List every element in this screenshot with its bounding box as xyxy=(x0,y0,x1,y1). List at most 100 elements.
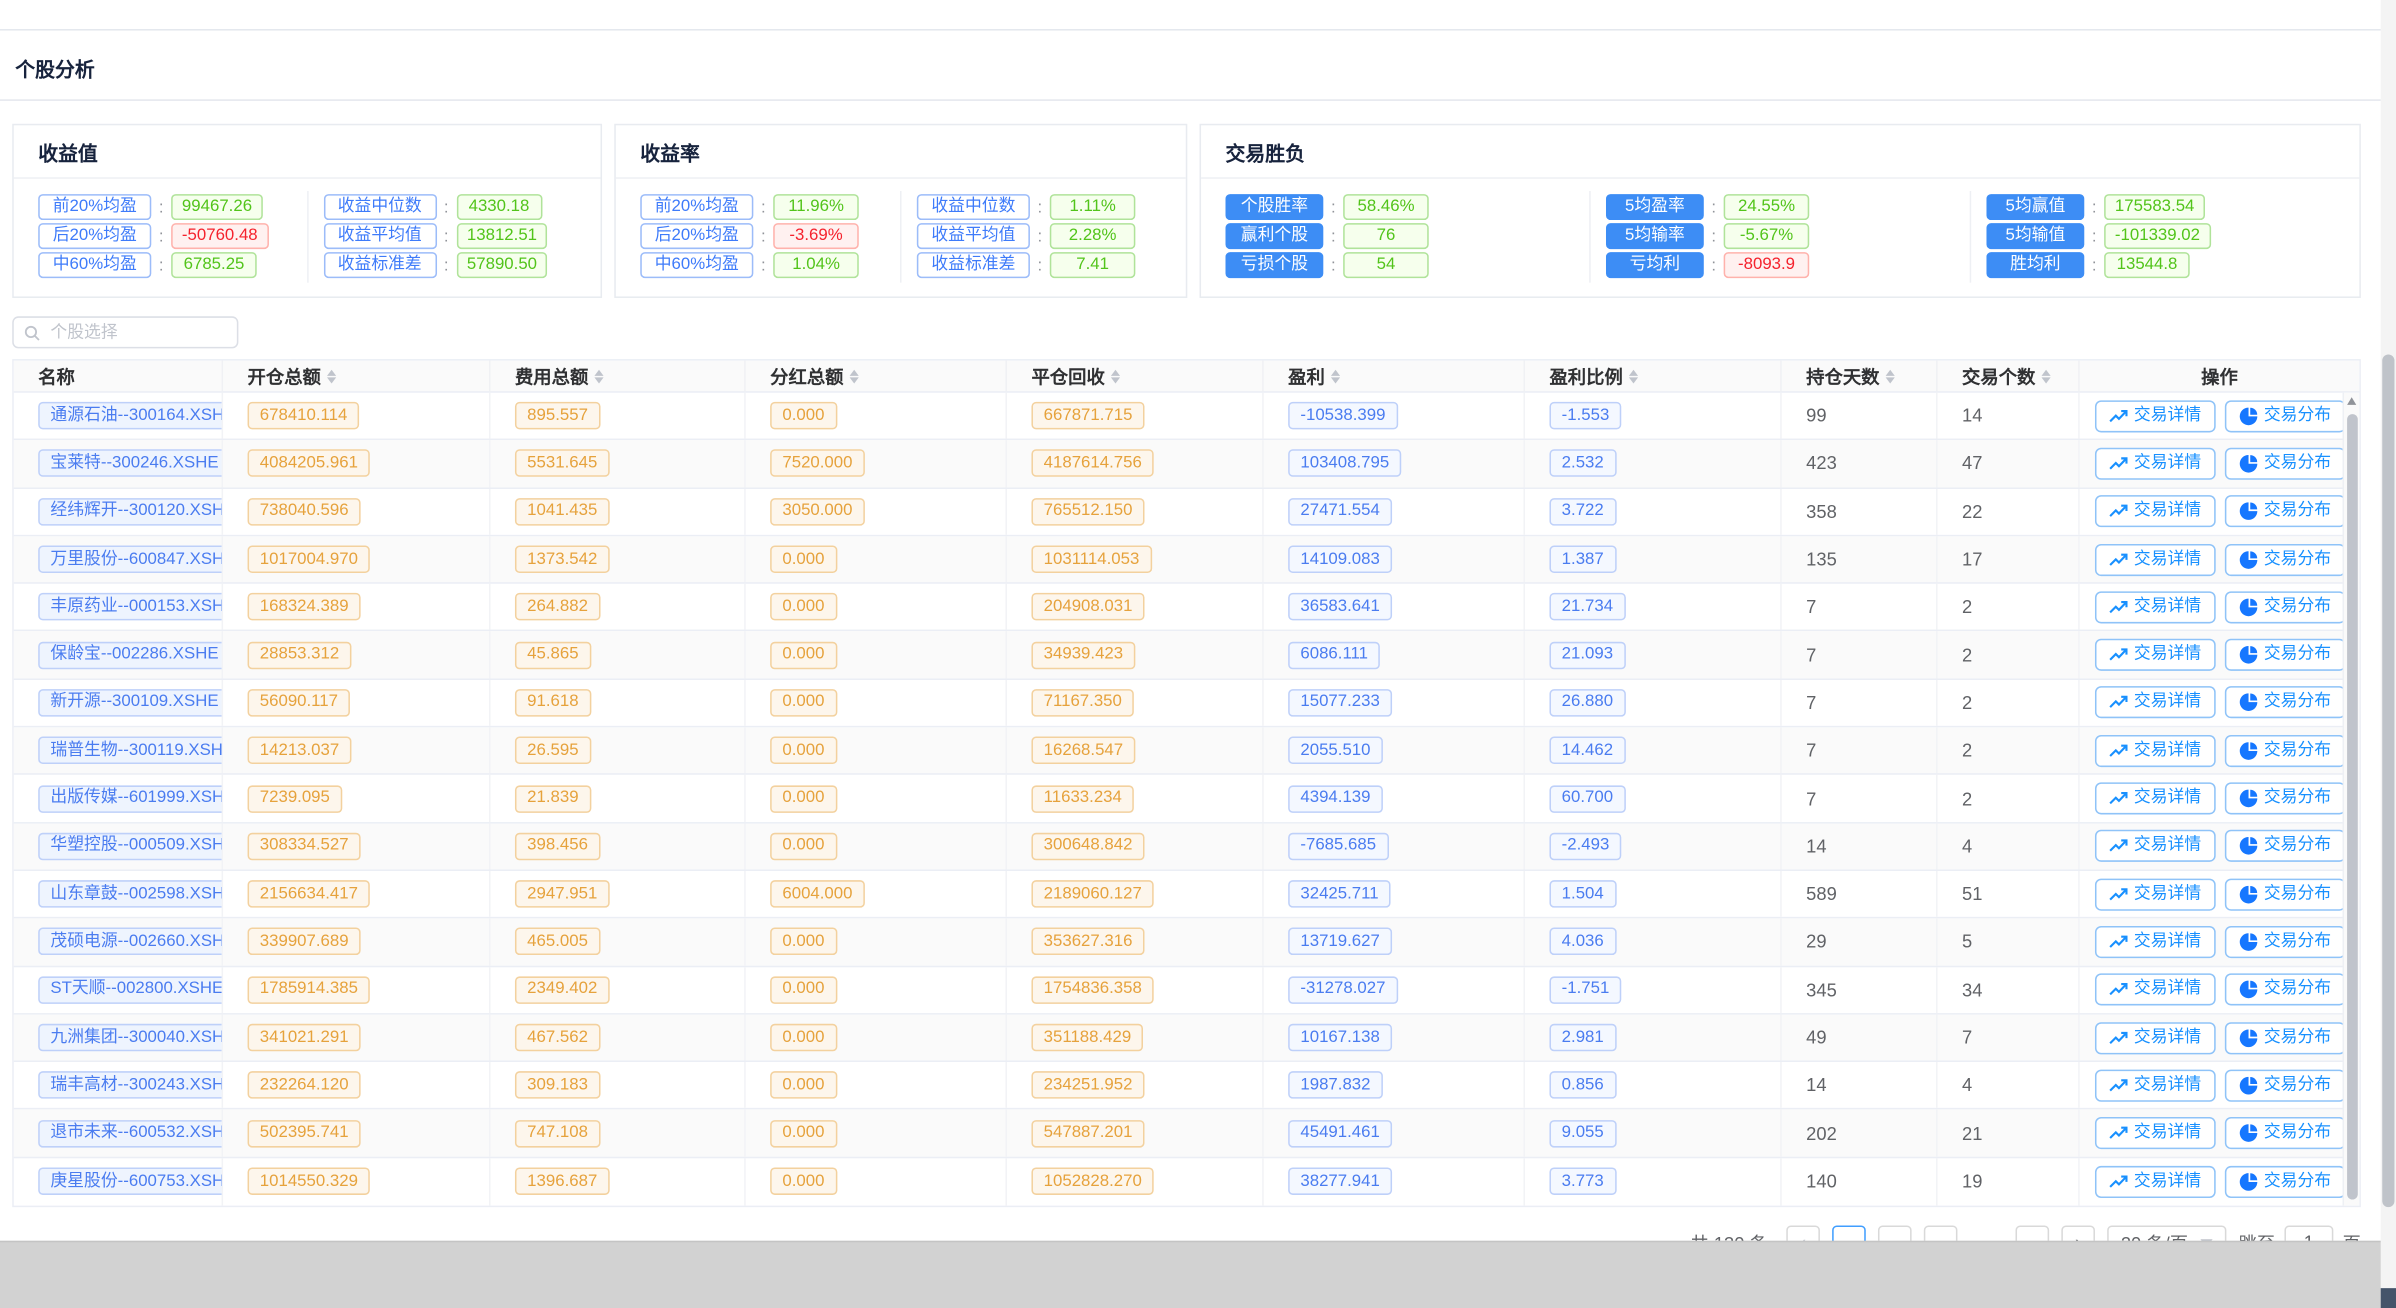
sort-caret-icon[interactable] xyxy=(850,369,859,383)
trade-distribution-button[interactable]: 交易分布 xyxy=(2224,543,2345,575)
sort-caret-icon[interactable] xyxy=(1331,369,1340,383)
fee-total-badge: 465.005 xyxy=(515,928,600,956)
trade-detail-button[interactable]: 交易详情 xyxy=(2094,400,2215,432)
stat-colon: : xyxy=(444,256,449,274)
trade-distribution-button[interactable]: 交易分布 xyxy=(2224,782,2345,814)
profit-ratio-badge: 1.387 xyxy=(1549,546,1616,574)
open-total-badge: 1785914.385 xyxy=(248,976,371,1004)
trade-distribution-label: 交易分布 xyxy=(2264,647,2331,664)
cell-open-total: 339907.689 xyxy=(223,919,490,965)
trade-distribution-label: 交易分布 xyxy=(2264,1077,2331,1094)
trade-count-value: 2 xyxy=(1962,692,1972,713)
trade-detail-button[interactable]: 交易详情 xyxy=(2094,830,2215,862)
trade-detail-button[interactable]: 交易详情 xyxy=(2094,782,2215,814)
trade-distribution-button[interactable]: 交易分布 xyxy=(2224,448,2345,480)
stock-search-input[interactable] xyxy=(12,316,238,348)
sort-caret-icon[interactable] xyxy=(594,369,603,383)
open-total-badge: 738040.596 xyxy=(248,498,361,526)
dividend-total-badge: 0.000 xyxy=(770,737,837,765)
page-scrollbar[interactable] xyxy=(2381,0,2396,1308)
trade-distribution-button[interactable]: 交易分布 xyxy=(2224,735,2345,767)
trade-distribution-button[interactable]: 交易分布 xyxy=(2224,1069,2345,1101)
pie-chart-icon xyxy=(2238,789,2258,809)
trade-detail-button[interactable]: 交易详情 xyxy=(2094,543,2215,575)
stat-panel-title: 收益值 xyxy=(14,125,601,178)
trade-distribution-button[interactable]: 交易分布 xyxy=(2224,591,2345,623)
trend-up-icon xyxy=(2108,406,2128,426)
pie-chart-icon xyxy=(2238,980,2258,1000)
cell-profit-ratio: 3.773 xyxy=(1525,1158,1782,1206)
scrollbar-up-arrow-icon[interactable] xyxy=(2347,397,2356,405)
trade-detail-button[interactable]: 交易详情 xyxy=(2094,878,2215,910)
pie-chart-icon xyxy=(2238,1172,2258,1192)
cell-fee-total: 1396.687 xyxy=(491,1158,746,1206)
trade-detail-button[interactable]: 交易详情 xyxy=(2094,639,2215,671)
trade-distribution-button[interactable]: 交易分布 xyxy=(2224,687,2345,719)
stat-panel: 收益率 前20%均盈 : 11.96% 后20%均盈 : -3.69% 中60%… xyxy=(614,124,1187,298)
stat-label-badge: 收益平均值 xyxy=(917,223,1030,249)
cell-actions: 交易详情 交易分布 xyxy=(2080,488,2360,534)
cell-close-recover: 204908.031 xyxy=(1007,584,1264,630)
trade-detail-label: 交易详情 xyxy=(2134,407,2201,424)
trade-detail-button[interactable]: 交易详情 xyxy=(2094,448,2215,480)
close-recover-badge: 351188.429 xyxy=(1031,1024,1143,1052)
trade-distribution-button[interactable]: 交易分布 xyxy=(2224,830,2345,862)
cell-profit: 38277.941 xyxy=(1264,1158,1525,1206)
sort-caret-icon[interactable] xyxy=(1111,369,1120,383)
trade-detail-button[interactable]: 交易详情 xyxy=(2094,974,2215,1006)
trade-detail-button[interactable]: 交易详情 xyxy=(2094,591,2215,623)
sort-caret-icon[interactable] xyxy=(1886,369,1895,383)
trade-distribution-label: 交易分布 xyxy=(2264,981,2331,998)
table-scrollbar[interactable] xyxy=(2343,393,2360,1206)
cell-profit-ratio: -1.751 xyxy=(1525,967,1782,1013)
trade-detail-button[interactable]: 交易详情 xyxy=(2094,926,2215,958)
stat-colon: : xyxy=(1038,198,1043,216)
profit-ratio-badge: 1.504 xyxy=(1549,880,1616,908)
cell-actions: 交易详情 交易分布 xyxy=(2080,727,2360,773)
trade-distribution-button[interactable]: 交易分布 xyxy=(2224,974,2345,1006)
hold-days-value: 345 xyxy=(1806,979,1837,1000)
trade-distribution-button[interactable]: 交易分布 xyxy=(2224,1166,2345,1198)
cell-profit-ratio: 21.734 xyxy=(1525,584,1782,630)
trade-distribution-button[interactable]: 交易分布 xyxy=(2224,878,2345,910)
cell-trade-count: 4 xyxy=(1938,1062,2080,1108)
trade-detail-button[interactable]: 交易详情 xyxy=(2094,1166,2215,1198)
trade-detail-button[interactable]: 交易详情 xyxy=(2094,687,2215,719)
trade-distribution-button[interactable]: 交易分布 xyxy=(2224,400,2345,432)
trade-detail-button[interactable]: 交易详情 xyxy=(2094,495,2215,527)
trade-distribution-button[interactable]: 交易分布 xyxy=(2224,495,2345,527)
stock-name-badge: 退市未来--600532.XSHG xyxy=(38,1119,223,1147)
stat-panel: 收益值 前20%均盈 : 99467.26 后20%均盈 : -50760.48… xyxy=(12,124,602,298)
pie-chart-icon xyxy=(2238,884,2258,904)
page-scrollbar-thumb[interactable] xyxy=(2382,355,2394,1208)
trade-detail-button[interactable]: 交易详情 xyxy=(2094,1022,2215,1054)
hold-days-value: 14 xyxy=(1806,1075,1826,1096)
cell-profit: 103408.795 xyxy=(1264,441,1525,487)
stat-column: 收益中位数 : 4330.18 收益平均值 : 13812.51 收益标准差 :… xyxy=(306,191,591,283)
trade-distribution-button[interactable]: 交易分布 xyxy=(2224,1022,2345,1054)
cell-profit-ratio: 3.722 xyxy=(1525,488,1782,534)
table-scrollbar-thumb[interactable] xyxy=(2346,414,2357,1199)
sort-caret-icon[interactable] xyxy=(2042,369,2051,383)
dividend-total-badge: 0.000 xyxy=(770,1072,837,1100)
stat-value-badge: 24.55% xyxy=(1724,194,1810,220)
cell-fee-total: 465.005 xyxy=(491,919,746,965)
stat-row: 赢利个股 : 76 xyxy=(1226,225,1574,248)
sort-caret-icon[interactable] xyxy=(1629,369,1638,383)
trade-detail-button[interactable]: 交易详情 xyxy=(2094,1069,2215,1101)
close-recover-badge: 667871.715 xyxy=(1031,402,1144,430)
trade-distribution-button[interactable]: 交易分布 xyxy=(2224,1117,2345,1149)
trade-distribution-button[interactable]: 交易分布 xyxy=(2224,639,2345,671)
trade-detail-button[interactable]: 交易详情 xyxy=(2094,735,2215,767)
cell-name: 退市未来--600532.XSHG xyxy=(14,1110,223,1156)
stat-label-badge: 中60%均盈 xyxy=(38,252,151,278)
stat-value-badge: 175583.54 xyxy=(2104,194,2205,220)
table-header-cell: 交易个数 xyxy=(1938,361,2080,392)
trade-distribution-button[interactable]: 交易分布 xyxy=(2224,926,2345,958)
sort-caret-icon[interactable] xyxy=(327,369,336,383)
cell-actions: 交易详情 交易分布 xyxy=(2080,1110,2360,1156)
trade-detail-button[interactable]: 交易详情 xyxy=(2094,1117,2215,1149)
cell-fee-total: 21.839 xyxy=(491,775,746,821)
cell-dividend-total: 3050.000 xyxy=(746,488,1007,534)
cell-dividend-total: 0.000 xyxy=(746,919,1007,965)
